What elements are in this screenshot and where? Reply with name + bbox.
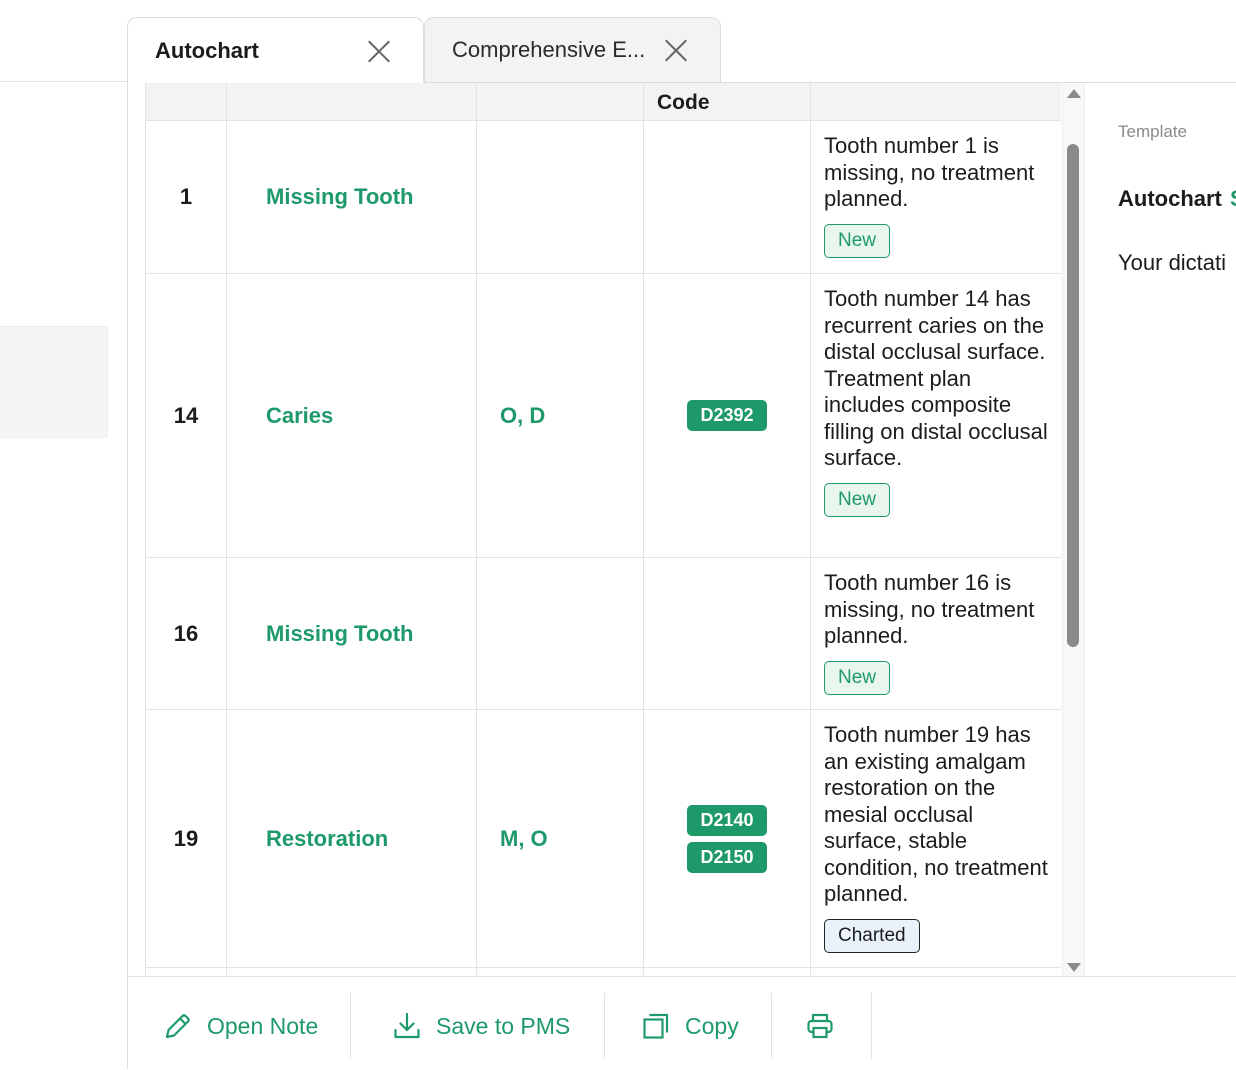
table-cell xyxy=(643,967,811,975)
procedure-codes xyxy=(643,120,811,274)
status-badge[interactable]: New xyxy=(824,660,891,695)
procedure-codes: D2140 D2150 xyxy=(643,709,811,968)
header-note[interactable] xyxy=(810,82,1061,121)
left-divider xyxy=(0,81,128,82)
header-tooth[interactable] xyxy=(145,82,227,121)
table-header-row: Code xyxy=(145,82,1061,121)
procedure-codes xyxy=(643,557,811,710)
code-badge[interactable]: D2392 xyxy=(687,400,767,431)
condition-link[interactable]: Missing Tooth xyxy=(226,557,477,710)
table-row: 14 Caries O, D D2392 Tooth number 14 has… xyxy=(145,273,1061,558)
template-title-accent[interactable]: S xyxy=(1230,186,1236,212)
code-badge[interactable]: D2140 xyxy=(687,804,767,836)
save-to-pms-label: Save to PMS xyxy=(436,1012,571,1039)
download-icon xyxy=(394,1012,420,1039)
open-note-button[interactable]: Open Note xyxy=(163,993,318,1059)
table-cell xyxy=(810,967,1061,975)
scrollbar-thumb[interactable] xyxy=(1067,144,1079,647)
header-surfaces[interactable] xyxy=(476,82,644,121)
printer-icon xyxy=(807,1013,833,1039)
toolbar-divider xyxy=(604,993,605,1059)
note-text: Tooth number 19 has an existing amalgam … xyxy=(824,722,1048,906)
template-label: Template xyxy=(1118,122,1187,141)
copy-icon xyxy=(643,1013,669,1039)
tooth-number: 1 xyxy=(145,120,227,274)
surfaces[interactable]: M, O xyxy=(476,709,644,968)
tooth-number: 14 xyxy=(145,273,227,558)
header-code[interactable]: Code xyxy=(643,82,811,121)
copy-label: Copy xyxy=(685,1012,739,1039)
copy-button[interactable]: Copy xyxy=(641,993,739,1059)
note-cell: Tooth number 14 has recurrent caries on … xyxy=(810,273,1061,558)
tab-label: Comprehensive E... xyxy=(452,37,646,62)
status-badge[interactable]: New xyxy=(824,482,891,517)
tab-label: Autochart xyxy=(155,37,259,63)
left-side-panel xyxy=(0,326,108,438)
note-text: Tooth number 16 is missing, no treatment… xyxy=(824,570,1035,648)
table-row xyxy=(145,967,1061,975)
note-text: Tooth number 14 has recurrent caries on … xyxy=(824,286,1048,470)
pencil-icon xyxy=(165,1014,190,1039)
tooth-number: 16 xyxy=(145,557,227,710)
table-cell xyxy=(145,967,227,975)
table-row: 19 Restoration M, O D2140 D2150 Tooth nu… xyxy=(145,709,1061,968)
status-badge[interactable]: Charted xyxy=(824,918,920,953)
panel-border xyxy=(127,82,128,1069)
condition-link[interactable]: Missing Tooth xyxy=(226,120,477,274)
bottom-toolbar: Open Note Save to PMS Copy xyxy=(128,976,1236,1070)
table-row: 1 Missing Tooth Tooth number 1 is missin… xyxy=(145,120,1061,274)
autochart-table: Code 1 Missing Tooth Tooth number 1 is m… xyxy=(145,82,1061,975)
template-title: Autochart xyxy=(1118,186,1222,211)
open-note-label: Open Note xyxy=(207,1012,319,1039)
status-badge[interactable]: New xyxy=(824,223,891,258)
surfaces[interactable]: O, D xyxy=(476,273,644,558)
scroll-up-arrow-icon[interactable] xyxy=(1067,89,1081,98)
table-row: 16 Missing Tooth Tooth number 16 is miss… xyxy=(145,557,1061,710)
print-button[interactable] xyxy=(805,993,849,1059)
surfaces xyxy=(476,120,644,274)
condition-link[interactable]: Caries xyxy=(226,273,477,558)
condition-link[interactable]: Restoration xyxy=(226,709,477,968)
vertical-scrollbar[interactable] xyxy=(1062,84,1085,977)
note-cell: Tooth number 19 has an existing amalgam … xyxy=(810,709,1061,968)
tab-bar-divider xyxy=(424,82,1236,83)
header-code-label: Code xyxy=(657,91,710,114)
table-cell xyxy=(226,967,477,975)
note-text: Tooth number 1 is missing, no treatment … xyxy=(824,133,1035,211)
scroll-down-arrow-icon[interactable] xyxy=(1067,963,1081,972)
autochart-table-viewport[interactable]: Code 1 Missing Tooth Tooth number 1 is m… xyxy=(145,82,1061,975)
procedure-codes: D2392 xyxy=(643,273,811,558)
close-icon[interactable] xyxy=(366,38,392,64)
surfaces xyxy=(476,557,644,710)
code-badge[interactable]: D2150 xyxy=(687,841,767,873)
save-to-pms-button[interactable]: Save to PMS xyxy=(392,993,570,1059)
tab-autochart[interactable]: Autochart xyxy=(127,17,424,83)
tab-comprehensive-exam[interactable]: Comprehensive E... xyxy=(424,17,721,82)
tooth-number: 19 xyxy=(145,709,227,968)
template-body-text: Your dictati xyxy=(1118,250,1227,275)
note-cell: Tooth number 1 is missing, no treatment … xyxy=(810,120,1061,274)
toolbar-divider xyxy=(350,993,351,1059)
note-cell: Tooth number 16 is missing, no treatment… xyxy=(810,557,1061,710)
toolbar-divider xyxy=(871,993,872,1059)
table-cell xyxy=(476,967,644,975)
close-icon[interactable] xyxy=(663,37,689,63)
toolbar-divider xyxy=(771,993,772,1059)
header-condition[interactable] xyxy=(226,82,477,121)
